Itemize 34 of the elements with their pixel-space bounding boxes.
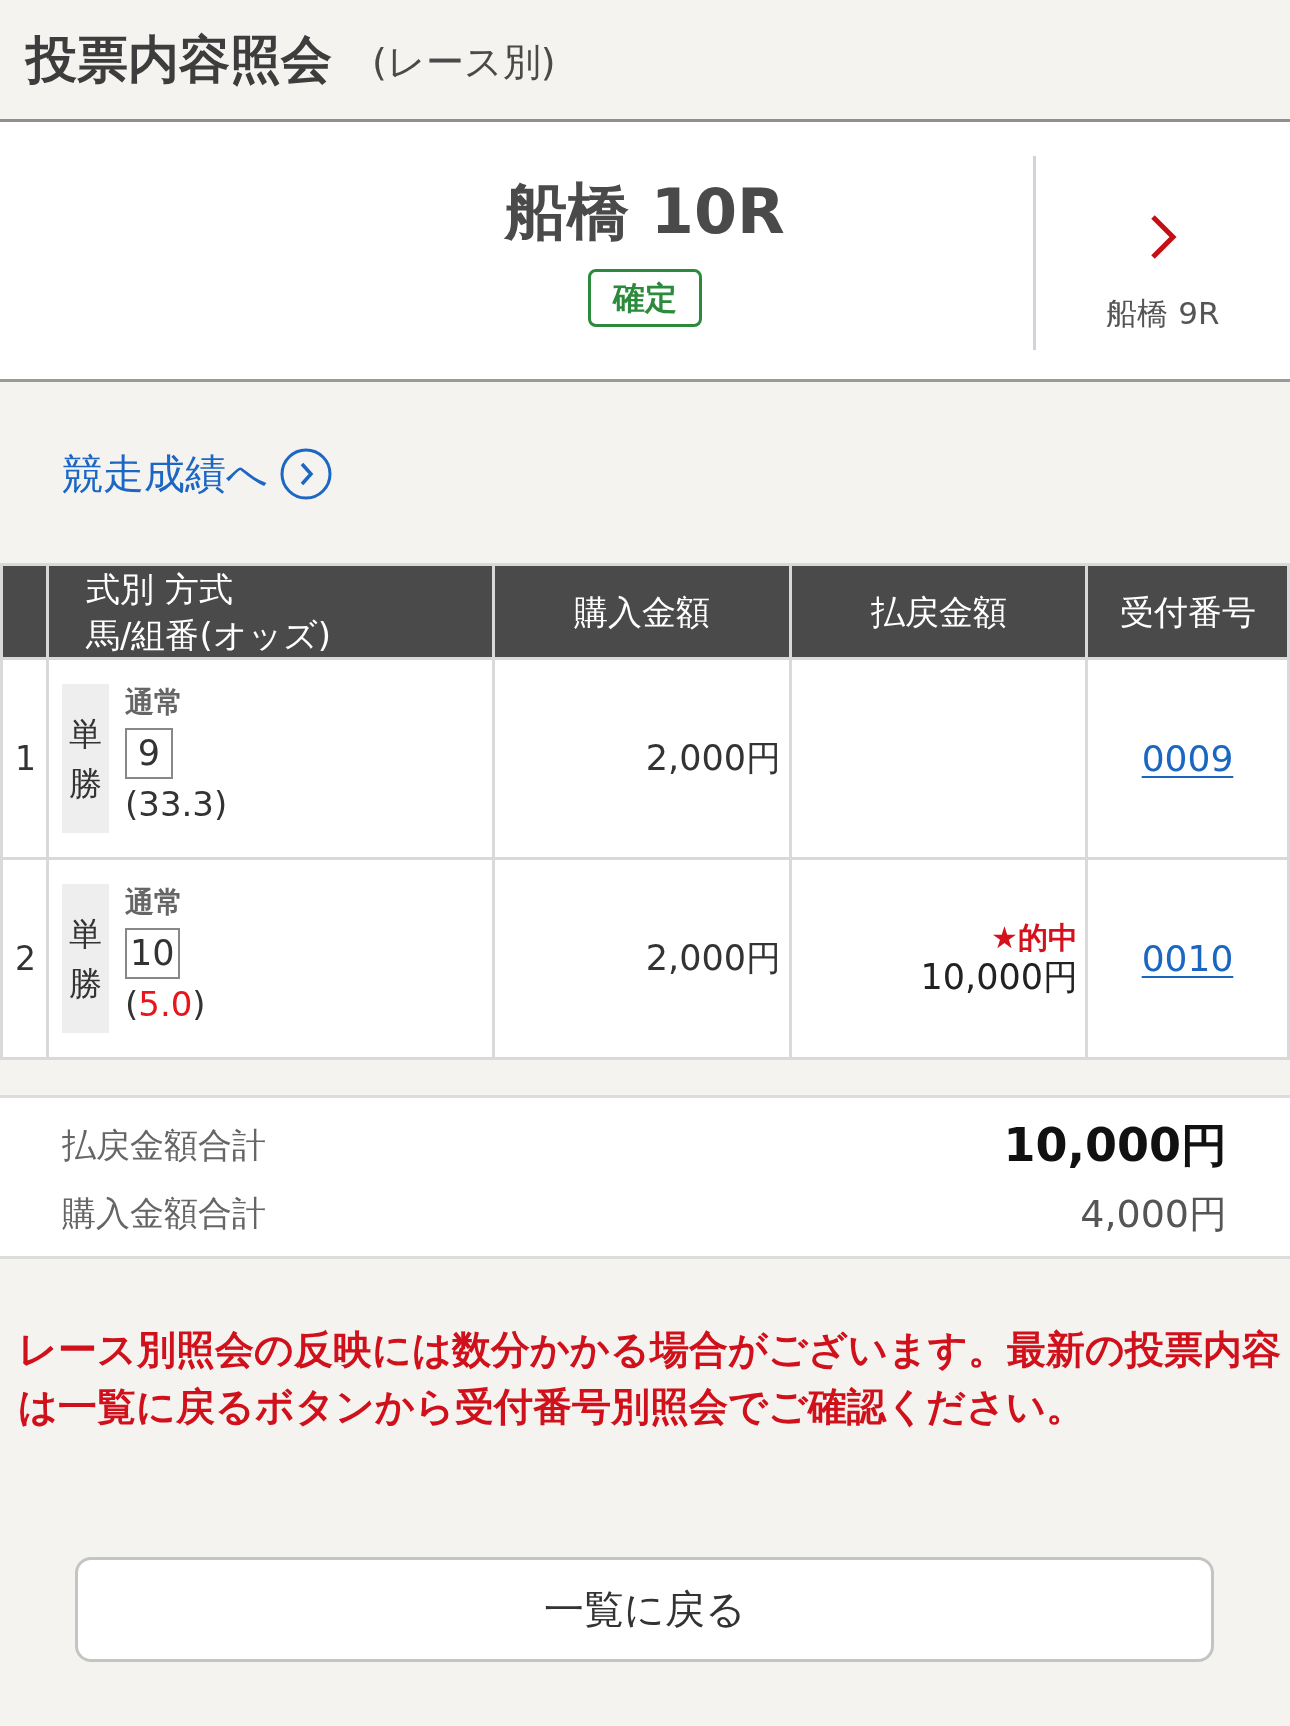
chevron-right-icon <box>1149 214 1177 260</box>
race-nav-button[interactable]: 船橋 9R <box>1033 156 1290 350</box>
horse-number: 9 <box>125 728 173 779</box>
column-header: 払戻金額 <box>792 566 1085 657</box>
total-value: 10,000円 <box>1003 1117 1227 1174</box>
race-results-link[interactable]: 競走成績へ <box>62 448 332 500</box>
table-cell: 2,000円 <box>495 660 789 857</box>
total-label: 払戻金額合計 <box>62 1124 266 1167</box>
bet-type-label: 単勝 <box>62 684 109 833</box>
row-number: 1 <box>3 660 46 857</box>
status-badge: 確定 <box>588 268 702 327</box>
bet-type-label: 単勝 <box>62 884 109 1033</box>
column-header: 購入金額 <box>495 566 789 657</box>
column-header: 受付番号 <box>1088 566 1287 657</box>
total-label: 購入金額合計 <box>62 1192 266 1235</box>
column-header: 式別 方式 馬/組番(オッズ) <box>49 566 492 657</box>
odds-text: (33.3) <box>125 783 228 825</box>
back-button[interactable]: 一覧に戻る <box>75 1557 1214 1662</box>
payout-amount: 10,000円 <box>920 956 1078 998</box>
page-title: 投票内容照会 <box>26 28 332 91</box>
row-number: 2 <box>3 860 46 1057</box>
receipt-number-link[interactable]: 0009 <box>1141 738 1234 779</box>
bet-method: 通常 <box>125 884 183 920</box>
table-cell: 2,000円 <box>495 860 789 1057</box>
odds-text: (5.0) <box>125 983 206 1025</box>
notice-text: レース別照会の反映には数分かかる場合がございます。最新の投票内容は一覧に戻るボタンから受付番号別照会でご確認ください。 <box>17 1326 1282 1431</box>
bet-method: 通常 <box>125 684 183 720</box>
horse-number: 10 <box>125 928 180 979</box>
total-value: 4,000円 <box>1080 1190 1227 1238</box>
page-subtitle: (レース別) <box>372 39 556 86</box>
race-title: 船橋 10R <box>505 174 785 249</box>
hit-label: ★的中 <box>991 919 1078 956</box>
chevron-circle-icon <box>280 448 332 500</box>
receipt-number-link[interactable]: 0010 <box>1141 938 1234 979</box>
